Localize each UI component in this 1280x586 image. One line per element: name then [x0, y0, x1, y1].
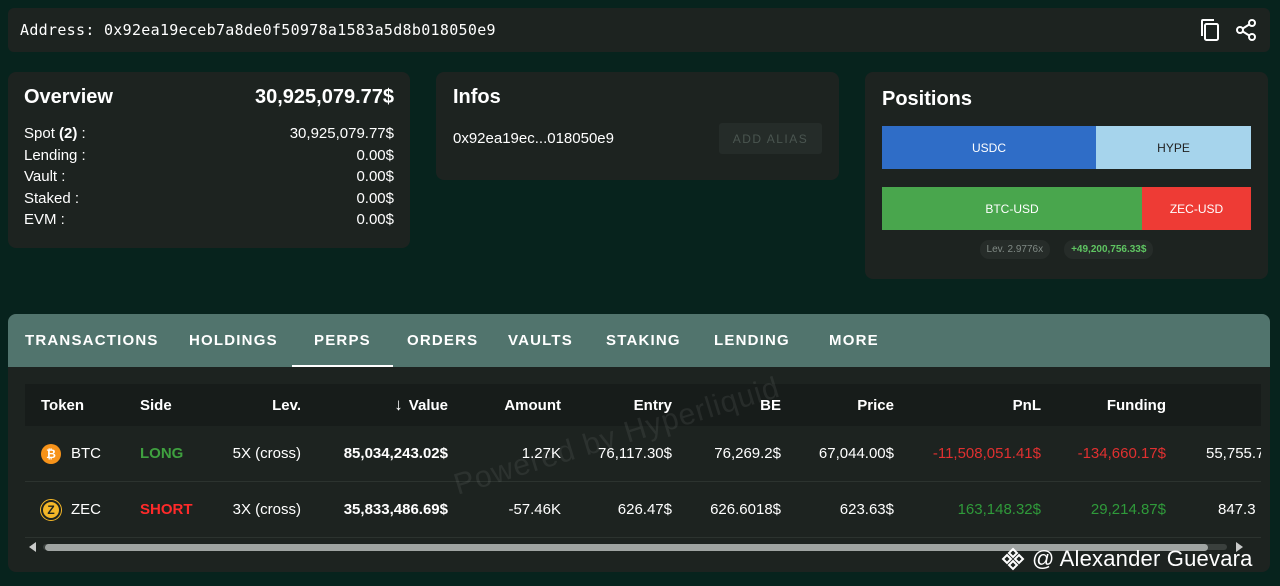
- token-cell: Z ZEC: [40, 482, 101, 537]
- header-lev[interactable]: Lev.: [272, 384, 301, 426]
- header-value[interactable]: ↓ Value: [394, 384, 448, 426]
- overview-row-evm: EVM : 0.00$: [24, 209, 394, 231]
- header-token[interactable]: Token: [41, 384, 84, 426]
- header-side[interactable]: Side: [140, 384, 172, 426]
- overview-row-lending: Lending : 0.00$: [24, 145, 394, 167]
- hype-segment[interactable]: HYPE: [1096, 126, 1251, 169]
- address-actions: [1198, 18, 1258, 42]
- spot-allocation-bar: USDC HYPE: [882, 126, 1251, 169]
- pnl-cell: -11,508,051.41$: [932, 445, 1041, 462]
- amount-cell: 1.27K: [521, 445, 561, 462]
- overflow-cell: 847.3: [1218, 501, 1256, 518]
- tab-bar: TRANSACTIONS HOLDINGS PERPS ORDERS VAULT…: [8, 314, 1270, 367]
- table-header: Token Side Lev. ↓ Value Amount Entry BE …: [25, 384, 1261, 426]
- header-pnl[interactable]: PnL: [1013, 384, 1041, 426]
- copy-icon[interactable]: [1198, 18, 1222, 42]
- overview-value: 0.00$: [356, 168, 394, 185]
- pnl-cell: 163,148.32$: [957, 501, 1041, 518]
- tab-perps[interactable]: PERPS: [292, 314, 393, 367]
- overview-label: Spot (2) :: [24, 125, 86, 142]
- infos-card: Infos 0x92ea19ec...018050e9 ADD ALIAS: [436, 72, 839, 180]
- lev-cell: 3X (cross): [232, 501, 301, 518]
- zec-usd-segment[interactable]: ZEC-USD: [1142, 187, 1251, 230]
- header-entry[interactable]: Entry: [634, 384, 672, 426]
- address-label: Address: 0x92ea19eceb7a8de0f50978a1583a5…: [20, 21, 496, 39]
- be-cell: 76,269.2$: [714, 445, 781, 462]
- value-cell: 35,833,486.69$: [343, 501, 448, 518]
- scroll-left-icon[interactable]: [29, 542, 36, 552]
- bitcoin-icon: ₿: [41, 443, 61, 464]
- price-cell: 623.63$: [839, 501, 894, 518]
- perp-allocation-bar: BTC-USD ZEC-USD: [882, 187, 1251, 230]
- tab-orders[interactable]: ORDERS: [407, 314, 478, 367]
- perps-table: Token Side Lev. ↓ Value Amount Entry BE …: [25, 384, 1261, 554]
- pnl-badge: +49,200,756.33$: [1064, 240, 1154, 259]
- side-cell: SHORT: [140, 501, 193, 518]
- table-row[interactable]: ₿ BTC LONG 5X (cross) 85,034,243.02$ 1.2…: [25, 426, 1261, 482]
- overview-value: 0.00$: [356, 211, 394, 228]
- overview-label: Staked :: [24, 189, 80, 207]
- sort-arrow-icon[interactable]: ↓: [394, 395, 403, 415]
- binance-logo-icon: [1001, 547, 1025, 571]
- side-cell: LONG: [140, 445, 184, 462]
- positions-panel: TRANSACTIONS HOLDINGS PERPS ORDERS VAULT…: [8, 314, 1270, 572]
- infos-address: 0x92ea19ec...018050e9: [453, 130, 614, 147]
- overview-row-vault: Vault : 0.00$: [24, 166, 394, 188]
- table-row[interactable]: Z ZEC SHORT 3X (cross) 35,833,486.69$ -5…: [25, 482, 1261, 538]
- overview-value: 30,925,079.77$: [289, 125, 394, 142]
- funding-cell: 29,214.87$: [1090, 501, 1166, 518]
- overflow-cell: 55,755.7: [1206, 445, 1261, 462]
- header-price[interactable]: Price: [857, 384, 894, 426]
- entry-cell: 76,117.30$: [598, 445, 672, 462]
- amount-cell: -57.46K: [508, 501, 561, 518]
- tab-lending[interactable]: LENDING: [714, 314, 790, 367]
- usdc-segment[interactable]: USDC: [882, 126, 1096, 169]
- token-cell: ₿ BTC: [41, 426, 101, 481]
- tab-holdings[interactable]: HOLDINGS: [189, 314, 278, 367]
- lev-cell: 5X (cross): [232, 445, 301, 462]
- add-alias-button[interactable]: ADD ALIAS: [719, 123, 822, 154]
- overview-card: Overview 30,925,079.77$ Spot (2) : 30,92…: [8, 72, 410, 248]
- header-be[interactable]: BE: [760, 384, 781, 426]
- price-cell: 67,044.00$: [818, 445, 894, 462]
- funding-cell: -134,660.17$: [1077, 445, 1166, 462]
- overview-label: Vault :: [24, 168, 66, 185]
- value-cell: 85,034,243.02$: [343, 445, 448, 462]
- share-icon[interactable]: [1234, 18, 1258, 42]
- overview-label: EVM :: [24, 211, 65, 228]
- positions-card: Positions USDC HYPE BTC-USD ZEC-USD Lev.…: [865, 72, 1268, 279]
- leverage-badge: Lev. 2.9776x: [979, 240, 1051, 259]
- be-cell: 626.6018$: [710, 501, 781, 518]
- overview-row-spot: Spot (2) : 30,925,079.77$: [24, 123, 394, 145]
- overview-title: Overview: [24, 86, 113, 108]
- overview-value: 0.00$: [356, 189, 394, 207]
- btc-usd-segment[interactable]: BTC-USD: [882, 187, 1142, 230]
- overview-total: 30,925,079.77$: [254, 86, 394, 108]
- entry-cell: 626.47$: [617, 501, 672, 518]
- tab-vaults[interactable]: VAULTS: [508, 314, 573, 367]
- infos-title: Infos: [453, 86, 501, 108]
- header-amount[interactable]: Amount: [504, 384, 561, 426]
- address-bar: Address: 0x92ea19eceb7a8de0f50978a1583a5…: [8, 8, 1270, 52]
- positions-title: Positions: [882, 88, 973, 110]
- header-funding[interactable]: Funding: [1107, 384, 1166, 426]
- overview-value: 0.00$: [356, 146, 394, 164]
- overview-label: Lending :: [24, 146, 86, 164]
- overview-row-staked: Staked : 0.00$: [24, 188, 394, 210]
- tab-staking[interactable]: STAKING: [606, 314, 681, 367]
- tab-more[interactable]: MORE: [829, 314, 879, 367]
- tab-transactions[interactable]: TRANSACTIONS: [25, 314, 159, 367]
- credit-watermark: @ Alexander Guevara: [1000, 546, 1253, 572]
- zcash-icon: Z: [40, 498, 62, 521]
